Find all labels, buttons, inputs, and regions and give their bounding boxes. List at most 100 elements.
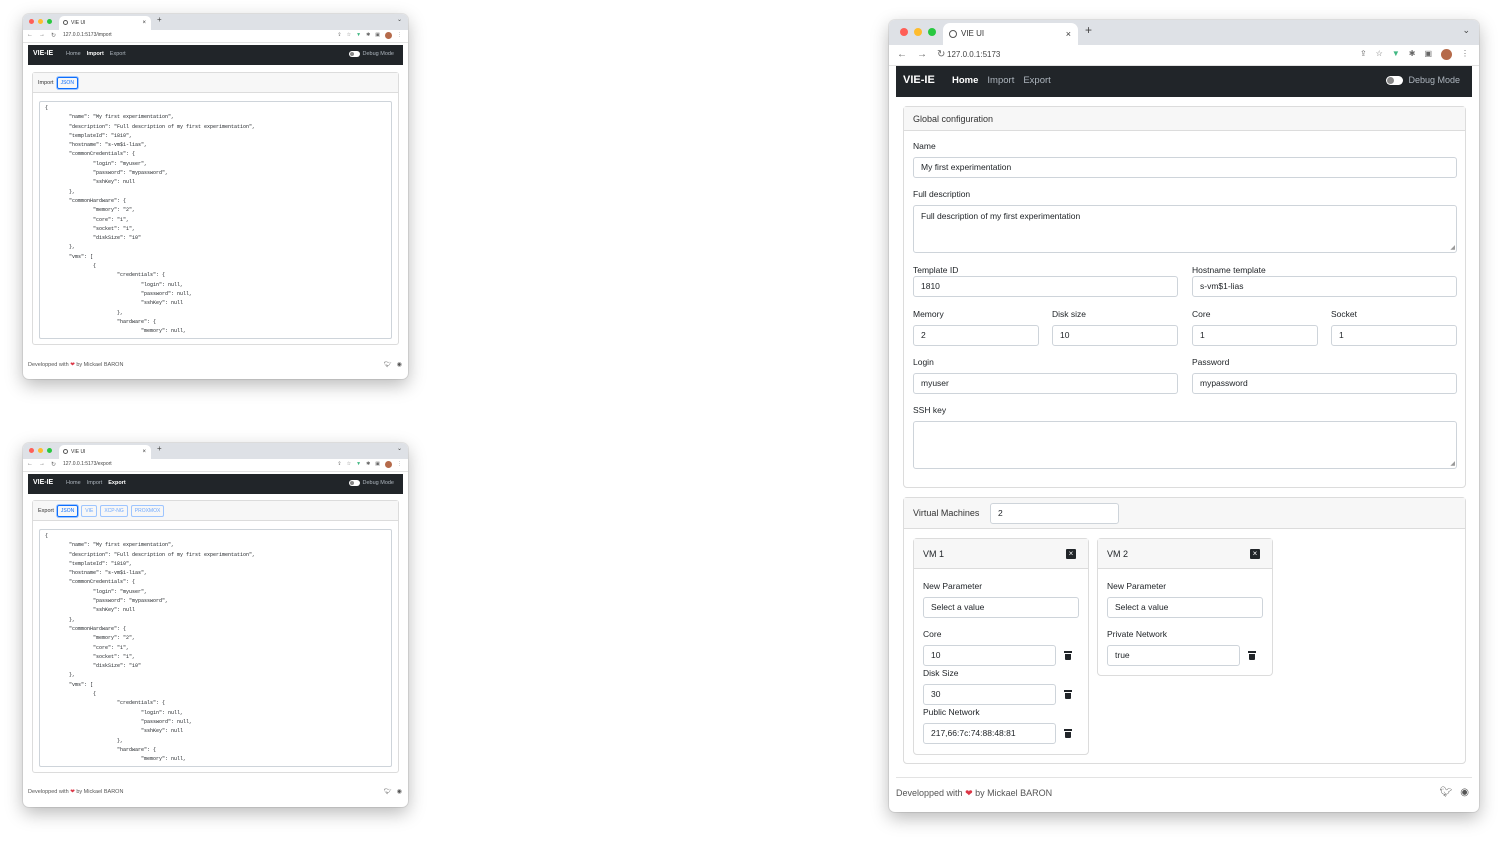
github-icon[interactable]: ◉	[1460, 787, 1469, 798]
forward-icon[interactable]: →	[917, 49, 927, 60]
menu-icon[interactable]: ⋮	[1461, 49, 1469, 60]
json-textarea[interactable]: { "name": "My first experimentation", "d…	[39, 529, 392, 767]
nav-home[interactable]: Home	[66, 51, 81, 57]
github-icon[interactable]: ◉	[397, 361, 402, 368]
trash-icon[interactable]	[1064, 651, 1072, 660]
format-json-button[interactable]: JSON	[56, 504, 79, 517]
memory-input[interactable]: 2	[913, 325, 1039, 346]
close-window-button[interactable]	[29, 448, 34, 453]
star-icon[interactable]: ☆	[1376, 49, 1383, 60]
brand[interactable]: VIE-IE	[33, 50, 53, 57]
vue-devtools-icon[interactable]: ▼	[1392, 49, 1400, 60]
core-input[interactable]: 1	[1192, 325, 1318, 346]
template-id-input[interactable]: 1810	[913, 276, 1178, 297]
nav-import[interactable]: Import	[987, 75, 1014, 86]
resize-handle[interactable]: ◢	[1450, 461, 1455, 467]
sidebar-icon[interactable]: ▣	[1424, 49, 1432, 60]
share-icon[interactable]: ⇪	[1360, 49, 1367, 60]
param-core-input[interactable]: 10	[923, 645, 1056, 666]
nav-home[interactable]: Home	[952, 75, 978, 86]
name-input[interactable]: My first experimentation	[913, 157, 1457, 178]
socket-input[interactable]: 1	[1331, 325, 1457, 346]
trash-icon[interactable]	[1064, 690, 1072, 699]
menu-icon[interactable]: ⋮	[397, 32, 402, 39]
format-xcpng-button[interactable]: XCP-NG	[100, 504, 128, 517]
close-icon[interactable]: ×	[1250, 549, 1260, 559]
close-window-button[interactable]	[900, 28, 908, 36]
vue-devtools-icon[interactable]: ▼	[356, 461, 361, 468]
new-parameter-select[interactable]: Select a value	[1107, 597, 1263, 618]
new-tab-icon[interactable]: +	[157, 15, 162, 24]
maximize-window-button[interactable]	[47, 448, 52, 453]
forward-icon[interactable]: →	[39, 461, 45, 468]
param-private-network-input[interactable]: true	[1107, 645, 1240, 666]
brand[interactable]: VIE-IE	[33, 479, 53, 486]
param-public-network-input[interactable]: 217,66:7c:74:88:48:81	[923, 723, 1056, 744]
debug-toggle[interactable]	[1386, 75, 1404, 85]
disk-size-input[interactable]: 10	[1052, 325, 1178, 346]
twitter-icon[interactable]: 🐦︎	[384, 788, 392, 795]
sidebar-icon[interactable]: ▣	[375, 32, 380, 39]
new-tab-icon[interactable]: +	[1085, 23, 1092, 37]
trash-icon[interactable]	[1064, 729, 1072, 738]
star-icon[interactable]: ☆	[347, 32, 351, 39]
vue-devtools-icon[interactable]: ▼	[356, 32, 361, 39]
forward-icon[interactable]: →	[39, 32, 45, 39]
twitter-icon[interactable]: 🐦︎	[1440, 787, 1453, 798]
nav-home[interactable]: Home	[66, 480, 81, 486]
debug-toggle[interactable]	[348, 480, 360, 486]
password-input[interactable]: mypassword	[1192, 373, 1457, 394]
param-disk-size-input[interactable]: 30	[923, 684, 1056, 705]
sidebar-icon[interactable]: ▣	[375, 461, 380, 468]
brand[interactable]: VIE-IE	[903, 74, 935, 86]
menu-icon[interactable]: ⋮	[397, 461, 402, 468]
back-icon[interactable]: ←	[27, 461, 33, 468]
format-json-button[interactable]: JSON	[56, 76, 78, 89]
extensions-icon[interactable]: ✱	[366, 32, 370, 39]
close-window-button[interactable]	[29, 19, 34, 24]
avatar[interactable]	[385, 32, 392, 39]
format-proxmox-button[interactable]: PROXMOX	[130, 504, 165, 517]
reload-icon[interactable]: ↻	[51, 461, 56, 468]
format-vie-button[interactable]: VIE	[81, 504, 98, 517]
json-textarea[interactable]: { "name": "My first experimentation", "d…	[39, 101, 392, 339]
avatar[interactable]	[1441, 49, 1452, 60]
ssh-key-textarea[interactable]: ◢	[913, 421, 1457, 469]
address-bar[interactable]: 127.0.0.1:5173	[947, 50, 1000, 59]
extensions-icon[interactable]: ✱	[1409, 49, 1416, 60]
close-icon[interactable]: ×	[1066, 549, 1076, 559]
description-textarea[interactable]: Full description of my first experimenta…	[913, 205, 1457, 253]
nav-export[interactable]: Export	[108, 480, 125, 486]
close-tab-icon[interactable]: ×	[142, 445, 146, 459]
new-tab-icon[interactable]: +	[157, 444, 162, 453]
address-bar[interactable]: 127.0.0.1:5173/import	[63, 32, 112, 38]
close-tab-icon[interactable]: ×	[142, 16, 146, 30]
nav-export[interactable]: Export	[110, 51, 126, 57]
login-input[interactable]: myuser	[913, 373, 1178, 394]
browser-tab[interactable]: VIE UI ×	[59, 16, 151, 30]
close-tab-icon[interactable]: ×	[1066, 23, 1071, 45]
share-icon[interactable]: ⇪	[337, 461, 341, 468]
debug-toggle[interactable]	[348, 51, 360, 57]
nav-import[interactable]: Import	[87, 480, 103, 486]
back-icon[interactable]: ←	[27, 32, 33, 39]
nav-import[interactable]: Import	[87, 51, 104, 57]
minimize-window-button[interactable]	[38, 448, 43, 453]
address-bar[interactable]: 127.0.0.1:5173/export	[63, 461, 112, 467]
maximize-window-button[interactable]	[928, 28, 936, 36]
resize-handle[interactable]: ◢	[1450, 245, 1455, 251]
extensions-icon[interactable]: ✱	[366, 461, 370, 468]
star-icon[interactable]: ☆	[347, 461, 351, 468]
maximize-window-button[interactable]	[47, 19, 52, 24]
reload-icon[interactable]: ↻	[51, 32, 56, 39]
chevron-down-icon[interactable]: ⌄	[397, 16, 402, 23]
new-parameter-select[interactable]: Select a value	[923, 597, 1079, 618]
minimize-window-button[interactable]	[38, 19, 43, 24]
avatar[interactable]	[385, 461, 392, 468]
chevron-down-icon[interactable]: ⌄	[397, 445, 402, 452]
chevron-down-icon[interactable]: ⌄	[1462, 25, 1470, 36]
back-icon[interactable]: ←	[897, 49, 907, 60]
browser-tab[interactable]: VIE UI ×	[943, 23, 1078, 45]
twitter-icon[interactable]: 🐦︎	[384, 361, 392, 368]
vm-count-input[interactable]: 2	[990, 503, 1119, 524]
